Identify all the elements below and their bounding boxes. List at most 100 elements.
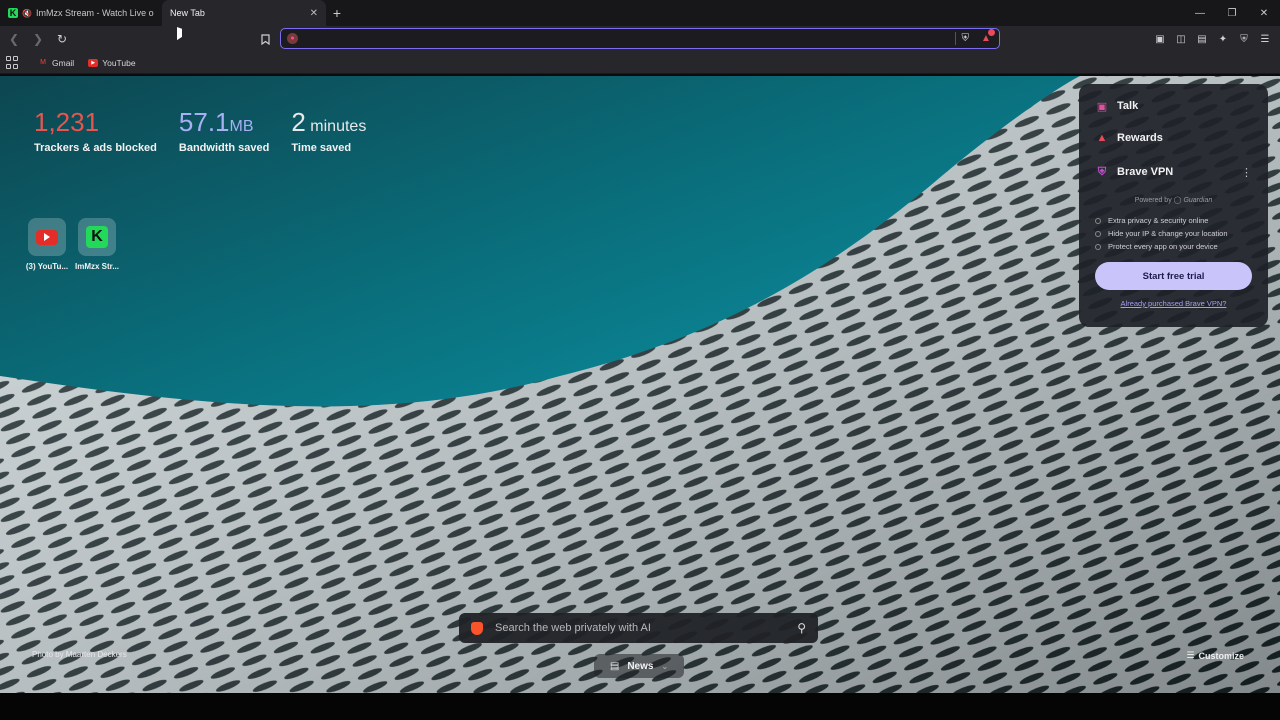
customize-button[interactable]: ☰ Customize: [1186, 650, 1244, 661]
new-tab-page: 1,231 Trackers & ads blocked 57.1MB Band…: [0, 76, 1280, 693]
rewards-triangle-icon: ▲: [1096, 132, 1108, 144]
sidebar-icon[interactable]: ◫: [1172, 30, 1190, 48]
stat-value: 57.1: [178, 107, 230, 137]
powered-by-brand: Guardian: [1183, 197, 1213, 204]
check-circle-icon: [1095, 217, 1101, 224]
chevron-down-icon: ⌄: [661, 661, 669, 671]
top-site-label: (3) YouTu...: [25, 262, 69, 271]
top-site-youtube[interactable]: (3) YouTu...: [24, 218, 70, 271]
vpn-features: Extra privacy & security online Hide you…: [1095, 214, 1252, 253]
kick-icon: K: [8, 8, 18, 18]
tab-title: ImMzx Stream - Watch Live on K: [35, 8, 154, 18]
site-info-icon[interactable]: ●: [287, 33, 298, 44]
brave-stats: 1,231 Trackers & ads blocked 57.1MB Band…: [34, 108, 366, 154]
divider: [954, 32, 956, 45]
check-circle-icon: [1095, 243, 1101, 250]
new-tab-button[interactable]: +: [326, 0, 348, 26]
stat-value: 2: [291, 107, 306, 137]
more-options-icon[interactable]: ⋮: [1241, 166, 1252, 179]
shield-icon: ⛨: [1097, 165, 1107, 178]
stat-bandwidth: 57.1MB Bandwidth saved: [179, 108, 269, 154]
apps-grid-icon[interactable]: [6, 55, 20, 70]
tab-title: New Tab: [170, 8, 205, 18]
guardian-logo-icon: ◯: [1173, 197, 1182, 204]
news-icon: ▤: [609, 660, 620, 672]
customize-label: Customize: [1198, 650, 1244, 661]
tab-search-icon[interactable]: ▣: [1151, 30, 1169, 48]
taskbar-strip: [0, 693, 1280, 720]
already-purchased-link[interactable]: Already purchased Brave VPN?: [1095, 299, 1252, 308]
window-controls: — ❐ ✕: [1184, 0, 1280, 26]
wallet-icon[interactable]: ▤: [1193, 30, 1211, 48]
restore-icon[interactable]: ❐: [1216, 0, 1248, 26]
close-tab-icon[interactable]: ✕: [310, 8, 318, 19]
top-site-tile[interactable]: [28, 218, 66, 256]
news-label: News: [627, 660, 654, 672]
reload-icon[interactable]: ↻: [52, 29, 72, 49]
stat-label: Time saved: [291, 142, 352, 154]
start-free-trial-button[interactable]: Start free trial: [1095, 262, 1252, 290]
bookmarks-bar: M Gmail ▶ YouTube: [0, 52, 1280, 74]
widget-talk[interactable]: ▣ Talk: [1095, 96, 1252, 116]
forward-icon[interactable]: ❯: [28, 29, 48, 49]
check-circle-icon: [1095, 230, 1101, 237]
stat-label: Trackers & ads blocked: [34, 142, 157, 154]
close-window-icon[interactable]: ✕: [1248, 0, 1280, 26]
widget-rewards[interactable]: ▲ Rewards: [1095, 128, 1252, 148]
notification-dot: [988, 28, 995, 36]
address-input[interactable]: [304, 33, 949, 44]
photo-credit: Photo by Maarten Deckers: [32, 650, 127, 659]
back-icon[interactable]: ❮: [4, 29, 24, 49]
top-sites: (3) YouTu... K ImMzx Str...: [24, 218, 120, 271]
youtube-icon: [36, 229, 58, 245]
search-input[interactable]: [495, 622, 798, 634]
leo-ai-icon[interactable]: ✦: [1214, 30, 1232, 48]
sliders-icon: ☰: [1186, 650, 1195, 660]
widget-label: Talk: [1117, 100, 1139, 112]
youtube-icon: ▶: [88, 58, 99, 67]
kick-icon: K: [86, 226, 108, 248]
search-icon[interactable]: ⚲: [797, 621, 806, 635]
top-site-tile[interactable]: K: [78, 218, 116, 256]
tab-immzx-stream[interactable]: K 🔇 ImMzx Stream - Watch Live on K: [0, 0, 162, 26]
toolbar: ❮ ❯ ↻ ● ⛨ ▲ ▣ ◫ ▤ ✦ ⛨ ☰: [0, 26, 1280, 52]
bookmark-gmail[interactable]: M Gmail: [38, 58, 74, 68]
stat-trackers: 1,231 Trackers & ads blocked: [34, 108, 157, 154]
widget-vpn[interactable]: ⛨ Brave VPN: [1095, 162, 1173, 182]
brave-logo-icon: [471, 621, 483, 635]
stat-time: 2 minutes Time saved: [291, 108, 366, 154]
news-button[interactable]: ▤ News ⌄: [594, 654, 684, 678]
brave-widgets-panel: ▣ Talk ▲ Rewards ⛨ Brave VPN ⋮ Powered b…: [1079, 84, 1268, 327]
gmail-icon: M: [40, 59, 46, 66]
minimize-icon[interactable]: —: [1184, 0, 1216, 26]
stat-unit: minutes: [310, 118, 367, 135]
widget-label: Brave VPN: [1117, 166, 1174, 178]
brave-shields-icon[interactable]: ⛨: [962, 33, 970, 44]
stat-value: 1,231: [34, 107, 100, 137]
stat-label: Bandwidth saved: [178, 142, 270, 154]
top-site-immzx[interactable]: K ImMzx Str...: [74, 218, 120, 271]
feature-text: Protect every app on your device: [1108, 242, 1218, 251]
tab-strip: K 🔇 ImMzx Stream - Watch Live on K New T…: [0, 0, 1280, 26]
toolbar-right: ▣ ◫ ▤ ✦ ⛨ ☰: [1151, 30, 1274, 48]
bookmark-youtube[interactable]: ▶ YouTube: [88, 57, 136, 68]
feature-text: Extra privacy & security online: [1108, 216, 1209, 225]
bookmark-icon[interactable]: [256, 29, 274, 49]
bookmark-label: YouTube: [102, 57, 136, 68]
powered-by-label: Powered by: [1134, 197, 1172, 204]
top-site-label: ImMzx Str...: [74, 262, 119, 271]
widget-vpn-header: ⛨ Brave VPN ⋮: [1095, 162, 1252, 182]
mute-icon[interactable]: 🔇: [22, 9, 32, 18]
vpn-icon[interactable]: ⛨: [1235, 30, 1253, 48]
bookmark-label: Gmail: [52, 57, 75, 68]
address-bar[interactable]: ● ⛨ ▲: [280, 28, 1000, 49]
mouse-cursor-icon: [177, 27, 182, 42]
video-camera-icon: ▣: [1096, 100, 1108, 113]
menu-icon[interactable]: ☰: [1256, 30, 1274, 48]
vpn-feature: Extra privacy & security online: [1095, 214, 1252, 227]
powered-by: Powered by ◯ Guardian: [1095, 196, 1252, 204]
brave-rewards-icon[interactable]: ▲: [979, 28, 995, 46]
search-box[interactable]: ⚲: [459, 613, 818, 643]
tab-new-tab[interactable]: New Tab ✕: [162, 0, 326, 26]
vpn-feature: Protect every app on your device: [1095, 240, 1252, 253]
